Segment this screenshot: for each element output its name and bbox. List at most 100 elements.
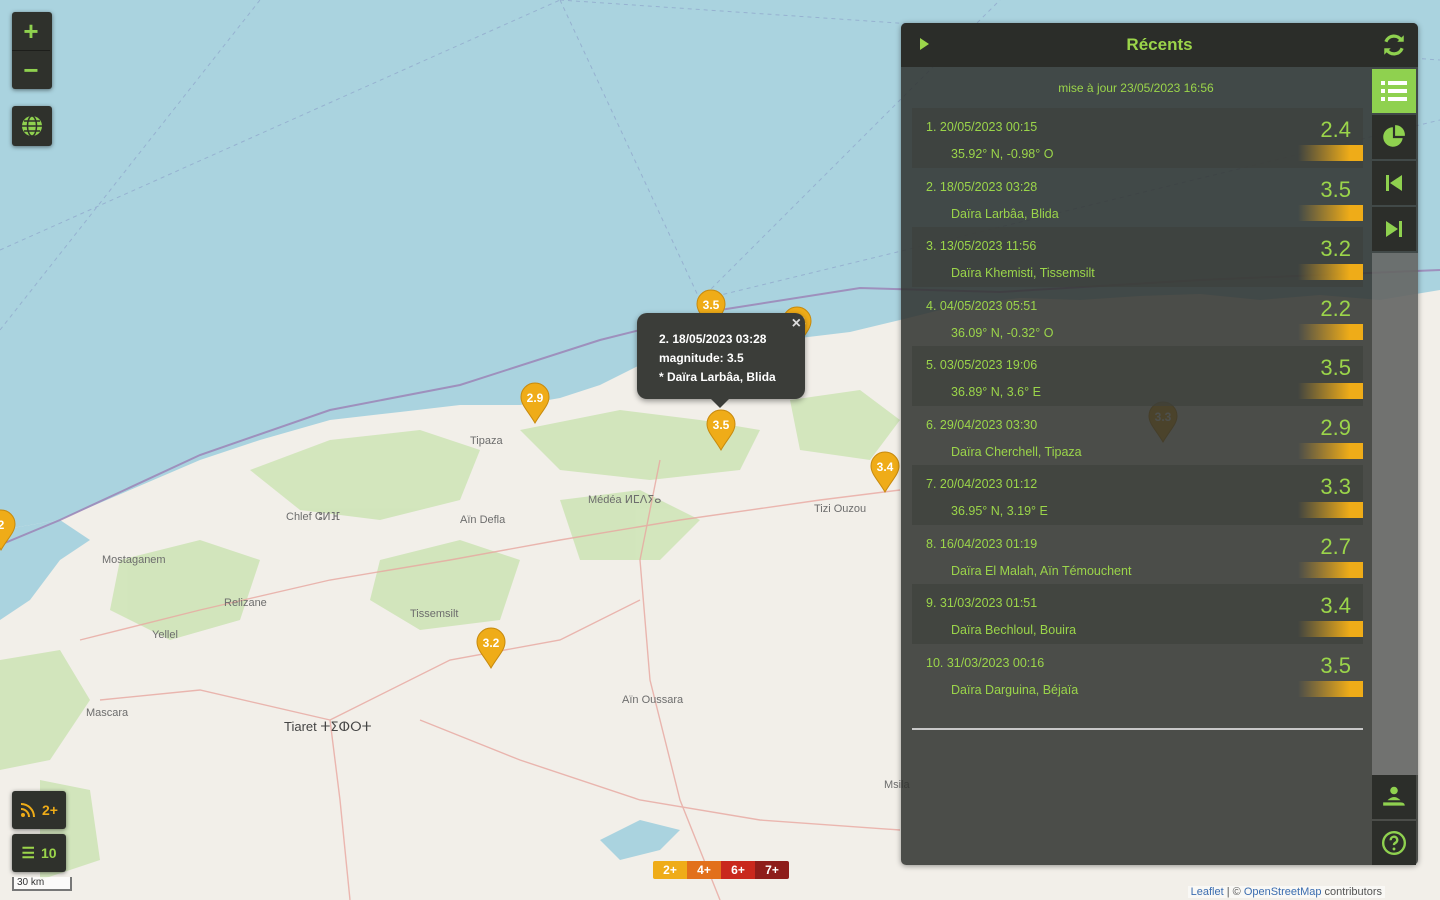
earthquake-popup: × 2. 18/05/2023 03:28 magnitude: 3.5 * D… [637, 313, 805, 408]
event-row[interactable]: 4. 04/05/2023 05:51 36.09° N, -0.32° O 2.2 [912, 287, 1363, 347]
event-datetime: 9. 31/03/2023 01:51 [926, 596, 1038, 610]
osm-link[interactable]: OpenStreetMap [1244, 886, 1322, 898]
legend-item: 6+ [721, 861, 755, 879]
event-row[interactable]: 1. 20/05/2023 00:15 35.92° N, -0.98° O 2.4 [912, 108, 1363, 168]
place-label: Chlef ⵛⵍⴼ [286, 511, 340, 523]
event-row[interactable]: 6. 29/04/2023 03:30 Daïra Cherchell, Tipa… [912, 406, 1363, 466]
panel-title: Récents [1126, 35, 1193, 54]
event-row[interactable]: 7. 20/04/2023 01:12 36.95° N, 3.19° E 3.3 [912, 465, 1363, 525]
help-button[interactable] [1372, 821, 1416, 865]
zoom-out-button[interactable]: − [12, 50, 50, 89]
leaflet-link[interactable]: Leaflet [1191, 886, 1224, 898]
event-row[interactable]: 2. 18/05/2023 03:28 Daïra Larbâa, Blida 3.… [912, 168, 1363, 228]
popup-location: * Daïra Larbâa, Blida [659, 370, 776, 384]
magnitude-bar [1298, 145, 1363, 161]
magnitude-bar [1298, 502, 1363, 518]
list-divider [912, 728, 1363, 730]
legend-item: 2+ [653, 861, 687, 879]
popup-close-button[interactable]: × [792, 315, 801, 333]
stats-button[interactable] [1372, 115, 1416, 159]
place-label: Mascara [86, 707, 129, 719]
legend-item: 4+ [687, 861, 721, 879]
event-location: Daïra Darguina, Béjaïa [951, 682, 1079, 697]
place-label: Relizane [224, 597, 267, 609]
magnitude-bar [1298, 442, 1363, 459]
toolbar-spacer [1372, 253, 1418, 775]
event-location: 36.89° N, 3.6° E [951, 385, 1041, 399]
last-update: mise à jour 23/05/2023 16:56 [1058, 81, 1214, 95]
event-datetime: 8. 16/04/2023 01:19 [926, 536, 1038, 551]
event-datetime: 10. 31/03/2023 00:16 [926, 655, 1045, 670]
place-label: Tizi Ouzou [814, 503, 866, 515]
person-hand-icon [1383, 786, 1405, 806]
attribution-sep: | © [1223, 886, 1244, 898]
scale-bar: 30 km [12, 877, 72, 891]
popup-magnitude: magnitude: 3.5 [659, 351, 744, 365]
list-icon [1381, 81, 1407, 101]
event-magnitude: 3.5 [1320, 652, 1351, 678]
event-location: 36.09° N, -0.32° O [951, 325, 1054, 340]
magnitude-bar [1298, 621, 1363, 637]
event-row[interactable]: 10. 31/03/2023 00:16 Daïra Darguina, Béja… [912, 644, 1363, 704]
magnitude-bar [1298, 680, 1363, 697]
event-row[interactable]: 9. 31/03/2023 01:51 Daïra Bechloul, Bouir… [912, 584, 1363, 644]
event-location: Daïra Cherchell, Tipaza [951, 444, 1082, 459]
event-magnitude: 2.4 [1320, 117, 1351, 142]
event-magnitude: 3.5 [1320, 355, 1351, 380]
event-location: Daïra El Malah, Aïn Témouchent [951, 563, 1132, 578]
place-label: Aïn Defla [460, 514, 506, 526]
magnitude-legend: 2+ 4+ 6+ 7+ [653, 861, 789, 879]
marker-label: 2 [0, 518, 5, 532]
event-datetime: 1. 20/05/2023 00:15 [926, 120, 1038, 134]
event-datetime: 2. 18/05/2023 03:28 [926, 179, 1038, 194]
globe-button[interactable] [12, 106, 52, 146]
report-felt-button[interactable] [1372, 775, 1416, 819]
event-row[interactable]: 8. 16/04/2023 01:19 Daïra El Malah, Aïn T… [912, 525, 1363, 585]
event-row[interactable]: 3. 13/05/2023 11:56 Daïra Khemisti, Tisse… [912, 227, 1363, 287]
last-event-button[interactable] [1372, 207, 1416, 251]
magnitude-bar [1298, 561, 1363, 578]
magnitude-bar [1298, 204, 1363, 221]
event-location: Daïra Khemisti, Tissemsilt [951, 266, 1095, 280]
zoom-control: + − [12, 12, 52, 89]
refresh-icon[interactable] [1381, 32, 1407, 58]
list-count-button[interactable]: ☰ 10 [12, 834, 66, 872]
place-label: Tissemsilt [410, 608, 458, 620]
skip-back-icon [1386, 175, 1402, 191]
event-magnitude: 2.9 [1320, 414, 1351, 440]
help-icon [1381, 830, 1407, 856]
list-view-button[interactable] [1372, 69, 1416, 113]
event-datetime: 3. 13/05/2023 11:56 [926, 239, 1037, 253]
legend-item: 7+ [755, 861, 789, 879]
recent-panel: Récents mise à jour 23/05/2023 16:56 1. … [901, 23, 1418, 865]
event-location: 35.92° N, -0.98° O [951, 147, 1054, 161]
attribution-rest: contributors [1321, 886, 1382, 898]
first-event-button[interactable] [1372, 161, 1416, 205]
magnitude-bar [1298, 323, 1363, 340]
event-magnitude: 3.3 [1320, 474, 1351, 499]
place-label: Mostaganem [102, 554, 166, 566]
place-label: Tipaza [470, 435, 503, 447]
pie-chart-icon [1383, 125, 1405, 147]
place-label: Médéa ⵍⵎⴷⵢⴰ [588, 494, 661, 506]
skip-forward-icon [1386, 221, 1402, 237]
list-icon: ☰ [21, 845, 35, 862]
event-magnitude: 2.2 [1320, 295, 1351, 321]
feed-filter-label: 2+ [42, 802, 58, 818]
marker-label: 3.4 [877, 460, 894, 474]
magnitude-bar [1298, 264, 1363, 280]
event-datetime: 4. 04/05/2023 05:51 [926, 298, 1038, 313]
list-count-label: 10 [40, 845, 57, 861]
marker-label: 2.9 [527, 391, 544, 405]
event-magnitude: 2.7 [1320, 533, 1351, 559]
place-label: Tiaret ⵜⵉⵀⵔⵜ [284, 719, 372, 734]
event-row[interactable]: 5. 03/05/2023 19:06 36.89° N, 3.6° E 3.5 [912, 346, 1363, 406]
globe-icon [22, 115, 42, 137]
magnitude-bar [1298, 383, 1363, 399]
zoom-in-button[interactable]: + [12, 12, 50, 50]
event-magnitude: 3.2 [1320, 236, 1351, 261]
event-location: Daïra Larbâa, Blida [951, 206, 1059, 221]
feed-filter-button[interactable]: 2+ [12, 791, 66, 829]
event-location: Daïra Bechloul, Bouira [951, 623, 1077, 637]
panel-header: Récents [901, 23, 1418, 67]
